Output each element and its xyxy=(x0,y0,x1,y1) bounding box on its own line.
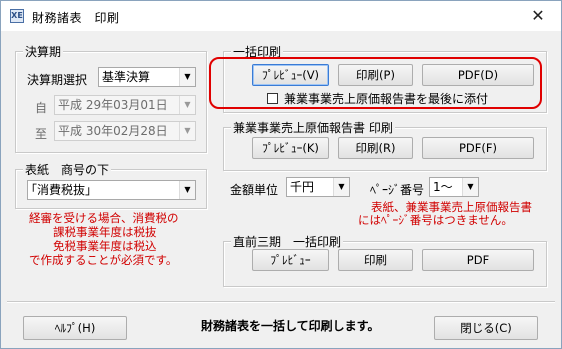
page-number-label: ﾍﾟｰｼﾞ番号 xyxy=(370,183,425,197)
to-date-value: 平成 30年02月28日 xyxy=(58,124,168,138)
cost-preview-button[interactable]: ﾌﾟﾚﾋﾞｭｰ(K) xyxy=(252,137,329,159)
cover-group-label: 表紙 商号の下 xyxy=(23,161,112,178)
tax-note-line4: で作成することが必須です。 xyxy=(29,253,178,267)
prev-three-group-label: 直前三期 一括印刷 xyxy=(231,233,344,250)
footer-divider xyxy=(7,301,555,303)
page-number-select-value: 1～ xyxy=(433,180,453,194)
help-button[interactable]: ﾍﾙﾌﾟ(H) xyxy=(23,316,127,340)
chevron-down-icon[interactable]: ▼ xyxy=(333,178,349,196)
fiscal-period-select[interactable]: 基準決算 ▼ xyxy=(98,67,196,87)
cover-select-value: ｢消費税抜｣ xyxy=(31,183,92,197)
unit-select[interactable]: 千円 ▼ xyxy=(286,177,350,197)
cost-report-group-label: 兼業事業売上原価報告書 印刷 xyxy=(231,119,395,136)
highlight-frame xyxy=(209,57,542,109)
from-date-field: 平成 29年03月01日 ▼ xyxy=(54,95,196,115)
app-icon: XE xyxy=(10,9,24,23)
print-dialog: XE 財務諸表 印刷 ✕ 決算期 決算期選択 基準決算 ▼ 自 平成 29年03… xyxy=(0,0,562,349)
cost-print-button[interactable]: 印刷(R) xyxy=(338,137,413,159)
close-button[interactable]: 閉じる(C) xyxy=(434,316,538,340)
from-label: 自 xyxy=(35,101,48,115)
from-date-value: 平成 29年03月01日 xyxy=(58,98,168,112)
to-label: 至 xyxy=(35,127,48,141)
prev-three-print-button[interactable]: 印刷 xyxy=(338,249,413,271)
status-message: 財務諸表を一括して印刷します。 xyxy=(201,319,380,333)
window-title: 財務諸表 印刷 xyxy=(32,11,120,25)
cost-pdf-button[interactable]: PDF(F) xyxy=(422,137,534,159)
tax-note-line3: 免税事業年度は税込 xyxy=(53,239,157,253)
prev-three-preview-button[interactable]: ﾌﾟﾚﾋﾞｭｰ xyxy=(252,249,329,271)
fiscal-period-select-label: 決算期選択 xyxy=(27,73,88,87)
unit-label: 金額単位 xyxy=(230,183,279,197)
tax-note-line1: 経審を受ける場合、消費税の xyxy=(29,211,179,225)
chevron-down-icon: ▼ xyxy=(179,122,195,140)
title-bar: XE 財務諸表 印刷 ✕ xyxy=(1,1,561,31)
to-date-field: 平成 30年02月28日 ▼ xyxy=(54,121,196,141)
prev-three-pdf-button[interactable]: PDF xyxy=(422,249,534,271)
chevron-down-icon[interactable]: ▼ xyxy=(179,181,195,199)
fiscal-period-select-value: 基準決算 xyxy=(102,70,151,84)
chevron-down-icon[interactable]: ▼ xyxy=(462,178,478,196)
page-note-line1: 表紙、兼業事業売上原価報告書 xyxy=(371,200,532,214)
chevron-down-icon[interactable]: ▼ xyxy=(179,68,195,86)
fiscal-period-group-label: 決算期 xyxy=(23,43,64,60)
page-note-line2: にはﾍﾟｰｼﾞ番号はつきません。 xyxy=(358,213,513,227)
unit-select-value: 千円 xyxy=(290,180,315,194)
close-icon[interactable]: ✕ xyxy=(528,6,548,26)
page-number-select[interactable]: 1～ ▼ xyxy=(429,177,479,197)
chevron-down-icon: ▼ xyxy=(179,96,195,114)
tax-note-line2: 課税事業年度は税抜 xyxy=(53,225,157,239)
cover-select[interactable]: ｢消費税抜｣ ▼ xyxy=(27,180,196,200)
